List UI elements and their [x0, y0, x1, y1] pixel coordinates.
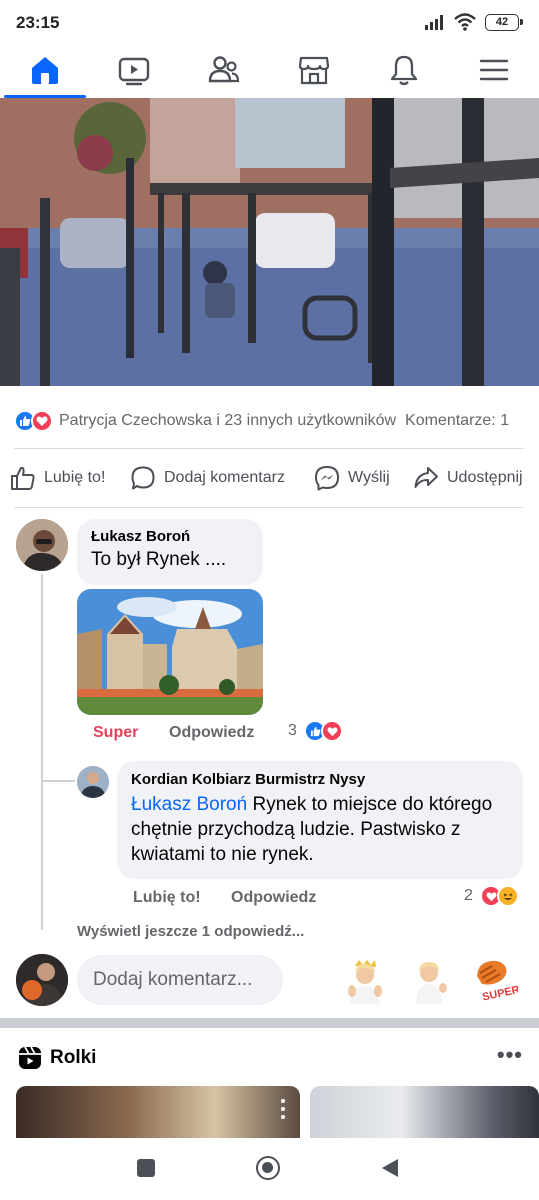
reactions-summary[interactable]: Patrycja Czechowska i 23 innych użytkown… [14, 398, 539, 444]
current-user-avatar[interactable] [16, 954, 68, 1006]
avatar-kordian-kolbiarz[interactable] [77, 766, 109, 798]
status-bar: 23:15 42 [0, 0, 539, 44]
send-label: Wyślij [348, 469, 390, 486]
reply-bubble[interactable]: Kordian Kolbiarz Burmistrz Nysy Łukasz B… [117, 761, 523, 879]
reactors-names[interactable]: Patrycja Czechowska i 23 innych użytkown… [59, 412, 396, 430]
system-navigation-bar [0, 1138, 539, 1200]
main-navigation [0, 44, 539, 98]
comments-count[interactable]: Komentarze: 1 [405, 412, 509, 430]
wifi-icon [454, 13, 476, 31]
super-sticker-icon: SUPER! [477, 960, 524, 1004]
love-reaction-icon [321, 720, 343, 742]
post-photo-image [0, 98, 539, 386]
reel-thumbnail[interactable] [310, 1086, 539, 1138]
battery-icon: 42 [485, 14, 523, 31]
avatar-sticker-thumb[interactable] [407, 958, 453, 1004]
svg-text:SUPER!: SUPER! [481, 983, 518, 1002]
reply-button[interactable]: Odpowiedz [169, 724, 254, 742]
avatar-sticker-clap[interactable] [342, 958, 388, 1004]
avatar-image [16, 954, 68, 1006]
thread-line [41, 574, 43, 930]
messenger-icon [315, 466, 339, 491]
like-label: Lubię to! [44, 469, 106, 486]
comment-button[interactable]: Dodaj komentarz [130, 456, 285, 500]
reels-header: Rolki ••• [0, 1040, 539, 1076]
back-button[interactable] [380, 1157, 400, 1179]
share-button[interactable]: Udostępnij [413, 456, 523, 500]
mention-link[interactable]: Łukasz Boroń [131, 794, 247, 815]
like-button[interactable]: Lubię to! [10, 456, 105, 500]
reply-reply-button[interactable]: Odpowiedz [231, 889, 316, 907]
reply-author[interactable]: Kordian Kolbiarz Burmistrz Nysy [131, 771, 509, 788]
avatar-sticker-icon [416, 962, 447, 1004]
comment-text: To był Rynek .... [91, 549, 227, 570]
signal-icon [425, 15, 443, 30]
post-actions: Lubię to! Dodaj komentarz Wyślij Udostęp… [0, 456, 539, 500]
thread-line-branch [41, 780, 75, 782]
avatar-lukasz-boron[interactable] [16, 519, 68, 571]
tab-video[interactable] [114, 50, 154, 90]
comment-bubble-icon [131, 466, 155, 490]
reels-more-button[interactable]: ••• [497, 1042, 523, 1068]
love-reaction-icon [31, 410, 53, 432]
view-more-replies[interactable]: Wyświetl jeszcze 1 odpowiedź... [77, 923, 304, 940]
avatar-image [77, 766, 109, 798]
reels-icon [19, 1046, 41, 1069]
reaction-count[interactable]: 3 [288, 722, 297, 740]
reply-reaction-count[interactable]: 2 [464, 887, 473, 905]
comment-attached-photo[interactable] [77, 589, 263, 715]
avatar-sticker-icon [348, 960, 382, 1004]
section-separator [0, 1018, 539, 1028]
share-label: Udostępnij [447, 469, 523, 486]
video-icon [118, 57, 150, 86]
home-system-button[interactable] [256, 1156, 280, 1180]
recents-button[interactable] [137, 1159, 155, 1177]
home-dot [262, 1162, 273, 1173]
send-button[interactable]: Wyślij [314, 456, 390, 500]
bell-icon [390, 55, 418, 86]
town-square-photo [77, 589, 263, 715]
thumbs-up-icon [11, 466, 35, 490]
super-sticker[interactable]: SUPER! [472, 956, 524, 1004]
comment-author[interactable]: Łukasz Boroń [91, 528, 249, 545]
reply-reactions[interactable] [480, 885, 519, 907]
tab-marketplace[interactable] [294, 50, 334, 90]
tab-menu[interactable] [474, 50, 514, 90]
status-time: 23:15 [16, 13, 60, 32]
hamburger-menu-icon [479, 59, 509, 81]
tab-friends[interactable] [204, 50, 244, 90]
more-vertical-icon[interactable] [280, 1098, 286, 1120]
reels-title: Rolki [50, 1047, 97, 1068]
marketplace-icon [298, 56, 330, 85]
tab-home[interactable] [25, 50, 65, 90]
comment-reactions[interactable] [304, 720, 343, 742]
reply-text: Łukasz Boroń Rynek to miejsce do którego… [131, 792, 509, 867]
battery-level: 42 [495, 16, 509, 28]
post-photo[interactable] [0, 98, 539, 386]
reel-thumbnail[interactable] [16, 1086, 300, 1138]
divider [14, 448, 524, 449]
comment-input[interactable]: Dodaj komentarz... [77, 955, 283, 1005]
divider [14, 507, 524, 508]
share-arrow-icon [414, 467, 438, 488]
friends-icon [208, 56, 240, 83]
tab-notifications[interactable] [384, 50, 424, 90]
haha-reaction-icon [497, 885, 519, 907]
home-icon [32, 57, 58, 84]
super-reaction-label[interactable]: Super [93, 724, 138, 742]
comment-label: Dodaj komentarz [164, 469, 285, 486]
comment-bubble[interactable]: Łukasz Boroń To był Rynek .... [77, 519, 263, 585]
reply-like-button[interactable]: Lubię to! [133, 889, 201, 907]
avatar-image [16, 519, 68, 571]
